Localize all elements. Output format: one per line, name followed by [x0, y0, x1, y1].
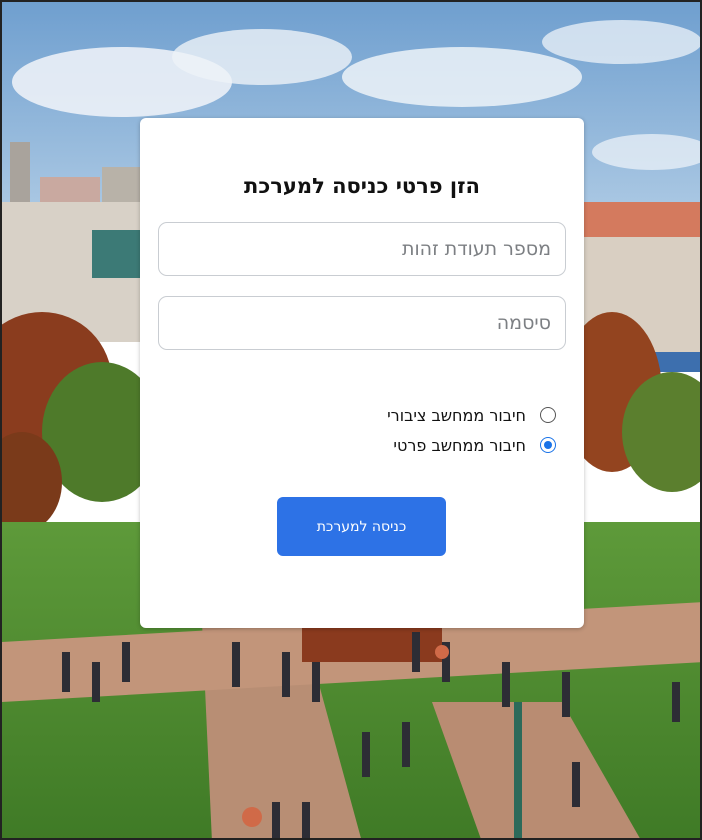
- private-computer-option[interactable]: חיבור ממחשב פרטי: [387, 430, 556, 460]
- page-frame: הזן פרטי כניסה למערכת חיבור ממחשב ציבורי…: [0, 0, 702, 840]
- connection-type-radio-group: חיבור ממחשב ציבורי חיבור ממחשב פרטי: [387, 400, 556, 460]
- login-title: הזן פרטי כניסה למערכת: [244, 174, 480, 198]
- public-computer-radio[interactable]: [540, 407, 556, 423]
- public-computer-option[interactable]: חיבור ממחשב ציבורי: [387, 400, 556, 430]
- id-number-input[interactable]: [158, 222, 566, 276]
- login-submit-button[interactable]: כניסה למערכת: [277, 497, 446, 556]
- private-computer-radio[interactable]: [540, 437, 556, 453]
- private-computer-label: חיבור ממחשב פרטי: [393, 435, 526, 455]
- public-computer-label: חיבור ממחשב ציבורי: [387, 405, 526, 425]
- password-input[interactable]: [158, 296, 566, 350]
- login-card: הזן פרטי כניסה למערכת חיבור ממחשב ציבורי…: [140, 118, 584, 628]
